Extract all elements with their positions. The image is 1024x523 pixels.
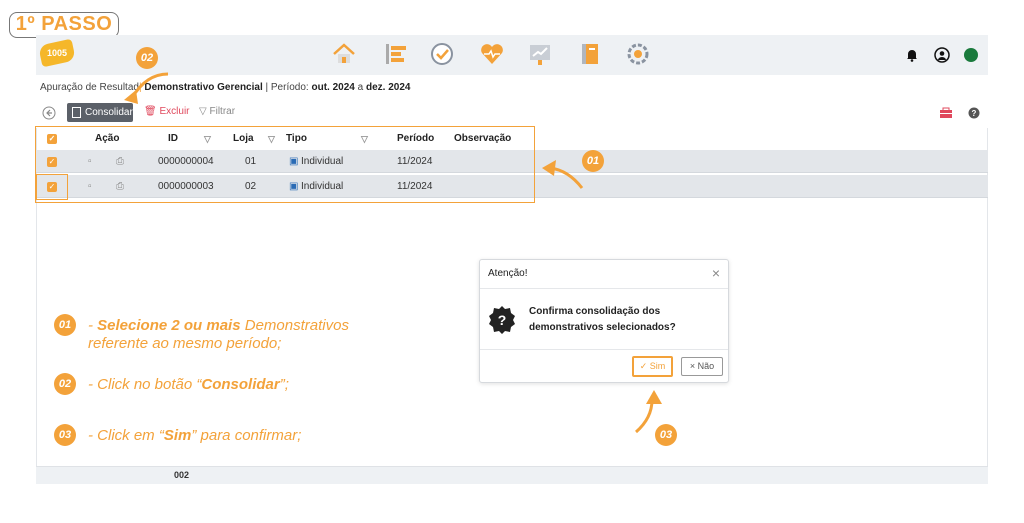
close-icon[interactable]: × [712,265,720,281]
toolbox-icon[interactable] [939,106,953,120]
notebook-icon[interactable] [576,40,604,68]
instruction-2: - Click no botão “Consolidar”; [88,376,289,393]
nao-label: Não [697,361,715,371]
list-icon[interactable] [382,40,410,68]
instruction-2-bold: Consolidar [201,376,280,393]
app-logo[interactable]: 1005 [38,38,76,68]
document-icon [72,107,81,118]
gear-cluster-icon[interactable] [624,40,652,68]
dialog-title: Atenção! [488,268,528,279]
breadcrumb-period-to: dez. 2024 [365,82,411,93]
breadcrumb: Apuração de Resultad| Demonstrativo Gere… [40,82,410,93]
instruction-1: - Selecione 2 ou mais Demonstrativos [88,317,349,334]
check-icon: ✓ [639,361,650,371]
arrow-03-icon [634,390,662,434]
arrow-01-icon [542,160,584,189]
checkbox-highlight [36,174,68,200]
footer-count: 002 [174,470,190,480]
instruction-3-bold: Sim [163,427,192,444]
filter-icon: ▽ [199,106,207,117]
heart-pulse-icon[interactable] [478,40,506,68]
badge-01: 01 [582,150,604,172]
dialog-divider [480,349,728,350]
breadcrumb-a: a [357,82,364,93]
help-icon[interactable]: ? [968,107,980,119]
breadcrumb-period-from: out. 2024 [311,82,355,93]
instruction-1-rest: Demonstrativos [240,317,349,334]
svg-text:?: ? [972,109,977,118]
dialog-message: Confirma consolidação dos demonstrativos… [529,306,676,333]
instruction-badge-01: 01 [54,314,76,336]
question-icon: ? [489,306,515,334]
top-bar [36,35,988,75]
instruction-badge-03: 03 [54,424,76,446]
grid-footer: 002 [36,466,988,484]
svg-text:?: ? [498,312,507,328]
status-dot-icon [964,48,978,62]
sim-button[interactable]: ✓ Sim [632,356,673,377]
instruction-badge-02: 02 [54,373,76,395]
instruction-1-dash: - [88,317,98,334]
chart-board-icon[interactable] [526,40,554,68]
user-icon[interactable] [934,47,950,63]
breadcrumb-period-label: | Período: [265,82,309,93]
logo-text: 1005 [46,48,68,58]
arrow-02-icon [124,72,169,104]
instruction-3: - Click em “Sim” para confirmar; [88,427,301,444]
selection-highlight [35,126,535,203]
instruction-1-line2: referente ao mesmo período; [88,335,282,352]
sim-label: Sim [649,361,666,371]
back-icon[interactable] [42,106,56,120]
instruction-1-bold: Selecione 2 ou mais [97,317,241,334]
confirm-dialog: Atenção! × ? Confirma consolidação dos d… [479,259,729,383]
badge-02: 02 [136,47,158,69]
nao-button[interactable]: × Não [681,357,723,376]
instruction-3-pre: - Click em “ [88,427,164,444]
bell-icon[interactable] [905,48,919,62]
home-icon[interactable] [330,40,358,68]
filtrar-label: Filtrar [209,106,236,117]
filtrar-button[interactable]: ▽ Filtrar [199,106,235,117]
instruction-3-post: ” para confirmar; [191,427,302,444]
x-icon: × [689,361,698,371]
check-circle-icon[interactable] [428,40,456,68]
instruction-2-pre: - Click no botão “ [88,376,202,393]
dialog-divider [480,288,728,289]
instruction-2-post: ”; [279,376,289,393]
consolidar-label: Consolidar [85,107,133,118]
